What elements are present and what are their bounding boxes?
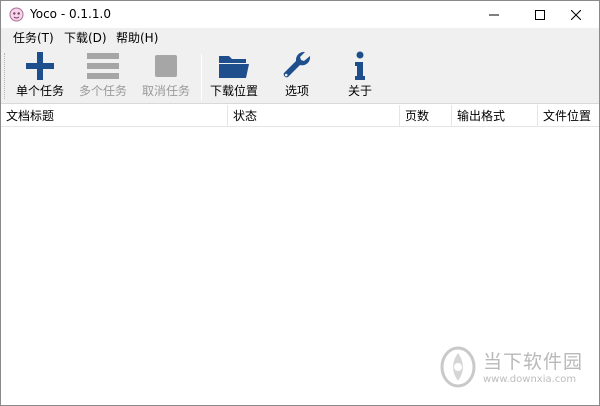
watermark: 当下软件园 www.downxia.com <box>439 345 589 395</box>
menu-help[interactable]: 帮助(H) <box>112 28 162 48</box>
app-window: Yoco - 0.1.1.0 任务(T) 下载(D) 帮助(H) 单个任务 多个… <box>0 0 600 406</box>
minimize-icon <box>489 10 499 20</box>
download-location-button[interactable]: 下载位置 <box>202 48 266 104</box>
window-title: Yoco - 0.1.1.0 <box>30 7 111 21</box>
maximize-icon <box>535 9 545 20</box>
menu-bar: 任务(T) 下载(D) 帮助(H) <box>1 28 599 48</box>
title-bar[interactable]: Yoco - 0.1.1.0 <box>1 1 599 28</box>
close-button[interactable] <box>553 1 599 28</box>
folder-icon <box>218 52 250 83</box>
single-task-button[interactable]: 单个任务 <box>8 48 72 104</box>
toolbar: 单个任务 多个任务 取消任务 下载位置 选项 关于 <box>1 48 599 104</box>
watermark-logo-icon <box>439 345 477 389</box>
app-logo-icon <box>9 7 24 22</box>
column-header-status[interactable]: 状态 <box>228 105 400 127</box>
stop-icon <box>154 54 178 81</box>
close-icon <box>571 9 581 20</box>
about-label: 关于 <box>347 84 372 98</box>
toolbar-grip[interactable] <box>4 53 7 99</box>
menu-task[interactable]: 任务(T) <box>9 28 58 48</box>
options-label: 选项 <box>284 84 309 98</box>
list-header: 文档标题 状态 页数 输出格式 文件位置 <box>1 105 599 127</box>
download-location-label: 下载位置 <box>209 84 258 98</box>
cancel-task-button[interactable]: 取消任务 <box>134 48 198 104</box>
options-button[interactable]: 选项 <box>265 48 329 104</box>
column-header-title[interactable]: 文档标题 <box>1 105 228 127</box>
multiple-tasks-button[interactable]: 多个任务 <box>71 48 135 104</box>
list-icon <box>87 52 119 83</box>
about-button[interactable]: 关于 <box>328 48 392 104</box>
menu-download[interactable]: 下载(D) <box>60 28 111 48</box>
cancel-task-label: 取消任务 <box>141 84 190 98</box>
multiple-tasks-label: 多个任务 <box>78 84 127 98</box>
watermark-text: 当下软件园 <box>483 351 584 373</box>
wrench-icon <box>281 50 313 85</box>
column-header-output-format[interactable]: 输出格式 <box>452 105 538 127</box>
single-task-label: 单个任务 <box>15 84 64 98</box>
column-header-pages[interactable]: 页数 <box>400 105 452 127</box>
info-icon <box>353 51 367 84</box>
plus-icon <box>25 51 55 84</box>
column-header-file-location[interactable]: 文件位置 <box>538 105 599 127</box>
watermark-url: www.downxia.com <box>483 374 577 385</box>
minimize-button[interactable] <box>471 1 517 28</box>
